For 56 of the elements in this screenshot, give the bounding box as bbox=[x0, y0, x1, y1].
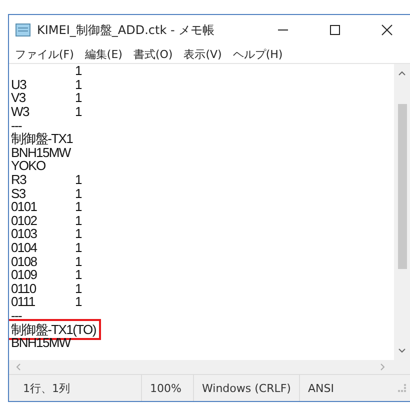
text-value: 1 bbox=[75, 212, 82, 228]
text-value: 1 bbox=[75, 104, 82, 120]
scroll-up-icon[interactable] bbox=[398, 70, 406, 76]
close-icon bbox=[381, 24, 393, 36]
resize-grip-icon[interactable] bbox=[398, 384, 406, 392]
text-line: 0101 bbox=[11, 199, 38, 214]
text-value: 1 bbox=[75, 294, 82, 310]
window-title: KIMEI_制御盤_ADD.ctk - メモ帳 bbox=[37, 22, 215, 38]
text-line: 0111 bbox=[11, 294, 36, 310]
text-line: 制御盤-TX1(TO) bbox=[11, 322, 97, 337]
text-line: --- bbox=[11, 118, 22, 133]
text-value: 1 bbox=[75, 226, 82, 242]
scroll-right-icon[interactable] bbox=[380, 363, 386, 371]
maximize-icon bbox=[329, 24, 341, 36]
notepad-icon bbox=[15, 23, 31, 37]
text-line: YOKO bbox=[11, 158, 46, 174]
text-line: BNH15MW bbox=[11, 335, 71, 350]
text-value: 1 bbox=[75, 254, 82, 269]
text-line: 制御盤-TX1 bbox=[11, 131, 74, 146]
text-line: V3 bbox=[11, 90, 26, 106]
text-value: 1 bbox=[75, 267, 82, 282]
status-text: Windows (CRLF) bbox=[193, 375, 299, 401]
scroll-down-icon[interactable] bbox=[398, 348, 406, 354]
scroll-left-icon[interactable] bbox=[15, 363, 21, 371]
text-line: 0108 bbox=[11, 254, 38, 269]
menu-item[interactable]: 書式(O) bbox=[133, 46, 173, 62]
status-text: 1行、1列 bbox=[22, 380, 71, 396]
text-value: 1 bbox=[75, 186, 82, 201]
horizontal-scrollbar[interactable] bbox=[9, 360, 410, 374]
text-line: 0104 bbox=[11, 240, 38, 256]
menu-item[interactable]: 表示(V) bbox=[184, 46, 222, 62]
text-line: 0109 bbox=[11, 267, 38, 282]
text-line: 0103 bbox=[11, 226, 38, 242]
text-area[interactable]: 1 U3 1 V3 1 W3 1 --- 制御盤-TX1 BNH15MW YOKO R3 1 S3 1 0101 1 0102 1 0103 1 0104 1 0108 1 0109 1 0110 1 0111 1 --- 制御盤-TX1(TO) BNH15MW bbox=[9, 64, 394, 360]
text-line: W3 bbox=[11, 104, 30, 120]
status-text: 100% bbox=[141, 375, 193, 401]
vertical-scrollbar[interactable] bbox=[394, 64, 410, 360]
menu-item[interactable]: 編集(E) bbox=[84, 46, 122, 62]
text-line: 0110 bbox=[11, 280, 37, 296]
text-line: R3 bbox=[11, 172, 28, 188]
text-value: 1 bbox=[75, 90, 82, 106]
text-value: 1 bbox=[75, 280, 82, 296]
text-line: BNH15MW bbox=[11, 144, 72, 160]
status-text: ANSI bbox=[299, 375, 398, 401]
text-line: S3 bbox=[11, 186, 26, 201]
text-value: 1 bbox=[75, 76, 82, 92]
text-value: 1 bbox=[75, 240, 82, 256]
text-value: 1 bbox=[75, 199, 82, 214]
text-value: 1 bbox=[75, 64, 82, 78]
scroll-thumb[interactable] bbox=[398, 104, 406, 269]
text-line: U3 bbox=[11, 76, 28, 92]
text-value: 1 bbox=[75, 172, 82, 188]
menu-item[interactable]: ファイル(F) bbox=[15, 46, 74, 62]
menu-item[interactable]: ヘルプ(H) bbox=[232, 46, 283, 62]
text-line: 0102 bbox=[11, 212, 38, 228]
text-line: --- bbox=[11, 308, 23, 323]
